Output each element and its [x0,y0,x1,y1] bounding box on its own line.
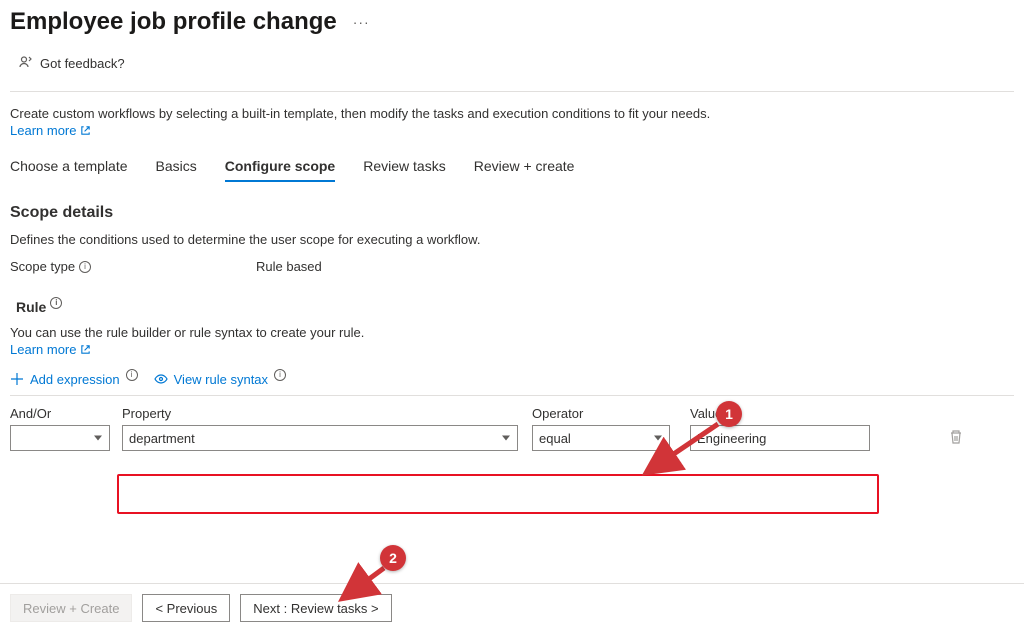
rule-learn-more-link[interactable]: Learn more [10,342,91,357]
info-icon[interactable]: i [274,369,286,381]
scope-details-heading: Scope details [10,204,1014,222]
rule-grid-header: And/Or Property Operator Value [10,406,1014,421]
view-rule-syntax-label: View rule syntax [174,372,268,387]
rule-desc: You can use the rule builder or rule syn… [10,325,1014,340]
header-andor: And/Or [10,406,122,421]
rule-learn-more-label: Learn more [10,342,76,357]
page-title: Employee job profile change [10,8,337,36]
review-create-button: Review + Create [10,594,132,622]
info-icon[interactable]: i [50,297,62,309]
annotation-arrow-1 [640,418,722,476]
feedback-icon [18,54,34,73]
scope-type-value: Rule based [256,259,322,274]
trash-icon [948,429,964,445]
add-expression-label: Add expression [30,372,120,387]
annotation-highlight [117,474,879,514]
learn-more-link[interactable]: Learn more [10,123,91,138]
tabs: Choose a template Basics Configure scope… [10,158,1014,180]
header-property: Property [122,406,532,421]
more-menu[interactable]: ··· [349,14,374,30]
external-link-icon [80,344,91,355]
andor-select[interactable] [10,425,110,451]
tab-choose-template[interactable]: Choose a template [10,158,128,180]
delete-rule-button[interactable] [948,429,964,448]
divider [10,395,1014,396]
rule-heading: Rule [16,299,46,315]
add-expression-button[interactable]: Add expression i [10,371,138,387]
info-icon[interactable]: i [126,369,138,381]
feedback-link[interactable]: Got feedback? [18,54,1014,73]
scope-type-label: Scope type [10,259,75,274]
tab-configure-scope[interactable]: Configure scope [225,158,335,180]
annotation-arrow-2 [338,562,390,602]
scope-details-desc: Defines the conditions used to determine… [10,232,1014,247]
previous-button[interactable]: < Previous [142,594,230,622]
plus-icon [10,372,24,386]
tab-review-tasks[interactable]: Review tasks [363,158,445,180]
rule-row: department equal [10,425,1014,451]
tab-basics[interactable]: Basics [156,158,197,180]
property-select[interactable]: department [122,425,518,451]
annotation-badge-2: 2 [380,545,406,571]
intro-text: Create custom workflows by selecting a b… [10,106,1014,121]
info-icon[interactable]: i [79,261,91,273]
eye-icon [154,372,168,386]
view-rule-syntax-button[interactable]: View rule syntax i [154,371,286,387]
footer: Review + Create < Previous Next : Review… [0,583,1024,632]
external-link-icon [80,125,91,136]
tab-review-create[interactable]: Review + create [474,158,575,180]
annotation-badge-1: 1 [716,401,742,427]
divider [10,91,1014,92]
feedback-label: Got feedback? [40,56,125,71]
learn-more-label: Learn more [10,123,76,138]
